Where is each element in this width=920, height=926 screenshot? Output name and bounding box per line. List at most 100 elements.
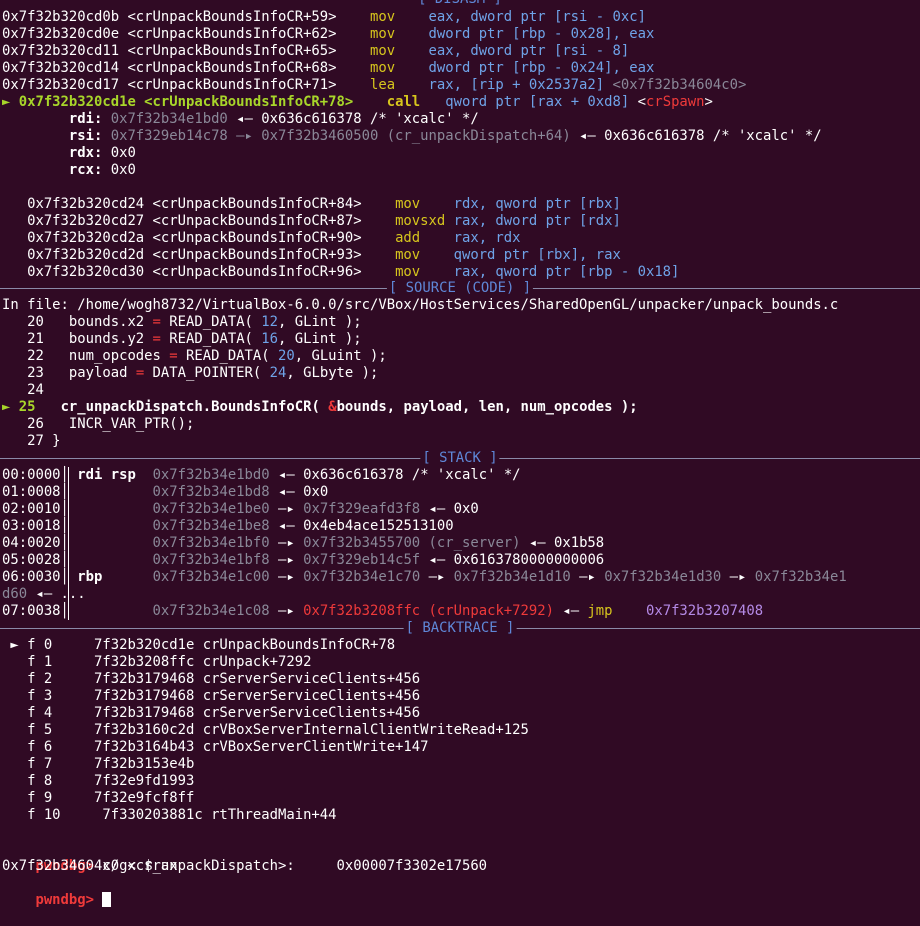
source-segment: , GLint ); [278, 314, 362, 330]
stack-segment: 0x7f32b34e1be8 [152, 518, 270, 534]
backtrace-line: f 5 7f32b3160c2d crVBoxServerInternalCli… [2, 722, 529, 739]
source-segment: 24 [269, 365, 287, 381]
disasm-segment: 0x7f32b320cd0b <crUnpackBoundsInfoCR+59> [2, 9, 370, 25]
disasm-line: 0x7f32b320cd30 <crUnpackBoundsInfoCR+96>… [2, 264, 679, 281]
source-line: 21 bounds.y2 = READ_DATA( 16, GLint ); [2, 331, 362, 348]
disasm-segment: crSpawn [645, 94, 705, 110]
source-line: 22 num_opcodes = READ_DATA( 20, GLuint )… [2, 348, 387, 365]
disasm-line: rcx: 0x0 [2, 162, 136, 179]
stack-segment: 01:0008│ [2, 484, 153, 500]
backtrace-segment: f 7 7f32b3153e4b [2, 756, 195, 772]
disasm-line: 0x7f32b320cd27 <crUnpackBoundsInfoCR+87>… [2, 213, 621, 230]
stack-segment: jmp [587, 603, 646, 619]
backtrace-segment: f 10 7f330203881c rtThreadMain+44 [2, 807, 337, 823]
disasm-segment: dword ptr [rbp - 0x24], eax [428, 60, 655, 76]
stack-segment: 0x7f32b34e1c00 [152, 569, 270, 585]
disasm-segment: 0x0 [110, 145, 136, 161]
source-line: 27 } [2, 433, 60, 450]
stack-segment: —▸ [721, 569, 755, 585]
source-segment: 20 bounds.x2 [2, 314, 153, 330]
disasm-line: rsi: 0x7f329eb14c78 —▸ 0x7f32b3460500 (c… [2, 128, 822, 145]
source-segment: , GLuint ); [294, 348, 387, 364]
disasm-header: [ DISASM ] [0, 0, 920, 8]
disasm-line: ► 0x7f32b320cd1e <crUnpackBoundsInfoCR+7… [2, 94, 713, 111]
stack-segment: —▸ [269, 569, 304, 585]
stack-segment: 0x7f32b3455700 (cr_server) [303, 535, 521, 551]
disasm-line: 0x7f32b320cd11 <crUnpackBoundsInfoCR+65>… [2, 43, 629, 60]
stack-segment: ◂— 0x4eb4ace152513100 [269, 518, 454, 534]
backtrace-segment: ► f 0 7f32b320cd1e crUnpackBoundsInfoCR+… [2, 637, 396, 653]
source-segment: 24 [2, 382, 44, 398]
source-segment: = [152, 331, 161, 347]
stack-segment: —▸ [269, 501, 304, 517]
backtrace-header: [ BACKTRACE ] [0, 620, 920, 637]
stack-segment: rbp [77, 569, 153, 585]
source-segment: 26 INCR_VAR_PTR(); [2, 416, 195, 432]
disasm-segment: rax, rdx [453, 230, 521, 246]
backtrace-header-label: [ BACKTRACE ] [403, 620, 517, 637]
terminal-window: [ DISASM ] 0x7f32b320cd0b <crUnpackBound… [0, 0, 920, 908]
stack-header: [ STACK ] [0, 450, 920, 467]
stack-segment: rdi rsp [77, 467, 153, 483]
disasm-segment: mov [369, 26, 429, 42]
stack-segment: 0x7f32b34e1 [754, 569, 847, 585]
backtrace-segment: f 8 7f32e9fd1993 [2, 773, 195, 789]
stack-segment: 0x7f32b34e1bf8 [152, 552, 270, 568]
stack-segment: 06:0030│ [2, 569, 78, 585]
disasm-segment: movsxd [395, 213, 454, 229]
stack-segment: 0x7f32b34e1bd8 [152, 484, 270, 500]
disasm-line: 0x7f32b320cd14 <crUnpackBoundsInfoCR+68>… [2, 60, 654, 77]
stack-segment: 0x7f32b34e1c70 [303, 569, 421, 585]
stack-line: 07:0038│ 0x7f32b34e1c08 —▸ 0x7f32b3208ff… [2, 603, 763, 620]
source-segment: READ_DATA( [177, 348, 278, 364]
disasm-segment: rdx: [2, 145, 111, 161]
source-line: 24 [2, 382, 44, 399]
stack-segment: ◂— 0x636c616378 /* 'xcalc' */ [269, 467, 521, 483]
disasm-segment: ◂— 0x636c616378 /* 'xcalc' */ [227, 111, 479, 127]
disasm-segment: call [386, 94, 446, 110]
disasm-segment: rax, dword ptr [rdx] [453, 213, 621, 229]
disasm-segment: 0x7f32b320cd17 <crUnpackBoundsInfoCR+71> [2, 77, 370, 93]
prompt-label-current: pwndbg> [35, 892, 94, 908]
stack-segment: 0x7f32b34e1bd0 [152, 467, 270, 483]
backtrace-line: ► f 0 7f32b320cd1e crUnpackBoundsInfoCR+… [2, 637, 395, 654]
source-segment: , GLint ); [278, 331, 362, 347]
disasm-segment: mov [395, 196, 454, 212]
command-line[interactable]: pwndbg> x/gx $rax [2, 841, 177, 874]
backtrace-line: f 7 7f32b3153e4b [2, 756, 194, 773]
source-segment: & [328, 399, 337, 415]
disasm-segment: 0x7f32b320cd0e <crUnpackBoundsInfoCR+62> [2, 26, 370, 42]
source-line: 26 INCR_VAR_PTR(); [2, 416, 194, 433]
input-line[interactable]: pwndbg> [2, 875, 112, 908]
disasm-segment: mov [395, 264, 454, 280]
text-cursor[interactable] [102, 892, 112, 907]
stack-segment: 0x7f32b34e1d30 [604, 569, 722, 585]
disasm-segment: rsi: [2, 128, 111, 144]
stack-segment: ◂— ... [27, 586, 86, 602]
disasm-line: 0x7f32b320cd24 <crUnpackBoundsInfoCR+84>… [2, 196, 621, 213]
stack-line: 04:0020│ 0x7f32b34e1bf0 —▸ 0x7f32b345570… [2, 535, 604, 552]
disasm-segment: mov [395, 247, 454, 263]
disasm-segment: 0x7f329eb14c78 —▸ 0x7f32b3460500 (cr_unp… [110, 128, 571, 144]
stack-segment: —▸ [269, 603, 304, 619]
stack-line: 03:0018│ 0x7f32b34e1be8 ◂— 0x4eb4ace1525… [2, 518, 454, 535]
disasm-segment: 0x7f32b320cd11 <crUnpackBoundsInfoCR+65> [2, 43, 370, 59]
stack-segment: 0x7f329eafd3f8 [303, 501, 421, 517]
backtrace-line: f 1 7f32b3208ffc crUnpack+7292 [2, 654, 311, 671]
stack-segment: 0x7f32b34e1bf0 [152, 535, 270, 551]
disasm-segment: qword ptr [rax + 0xd8] [445, 94, 638, 110]
disasm-segment: 0x7f32b320cd14 <crUnpackBoundsInfoCR+68> [2, 60, 370, 76]
backtrace-line: f 2 7f32b3179468 crServerServiceClients+… [2, 671, 420, 688]
disasm-segment: rcx: [2, 162, 111, 178]
backtrace-line: f 3 7f32b3179468 crServerServiceClients+… [2, 688, 420, 705]
source-segment: = [135, 365, 145, 381]
source-header: [ SOURCE (CODE) ] [0, 280, 920, 297]
source-line: 23 payload = DATA_POINTER( 24, GLbyte ); [2, 365, 378, 382]
source-segment: bounds, payload, len, num_opcodes ); [336, 399, 638, 415]
source-line: 20 bounds.x2 = READ_DATA( 12, GLint ); [2, 314, 362, 331]
disasm-segment: qword ptr [rbx], rax [453, 247, 621, 263]
stack-segment: 0x7f32b34e1c08 [152, 603, 270, 619]
disasm-segment: add [395, 230, 454, 246]
disasm-segment: rax, [rip + 0x2537a2] [428, 77, 613, 93]
stack-segment: 03:0018│ [2, 518, 153, 534]
